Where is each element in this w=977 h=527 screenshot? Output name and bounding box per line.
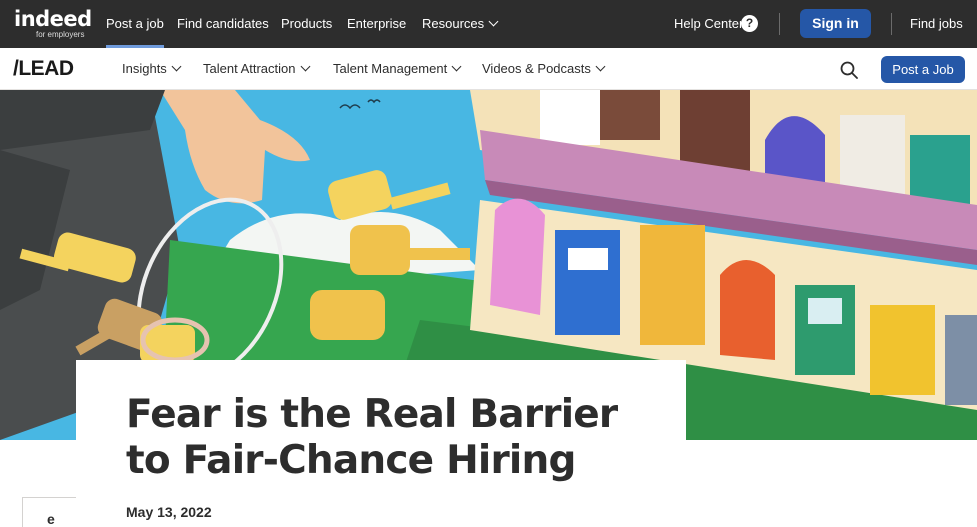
subnav-videos-podcasts[interactable]: Videos & Podcasts [482,48,606,90]
divider [891,13,892,35]
nav-post-a-job[interactable]: Post a job [106,0,164,48]
subnav-label: Talent Management [333,61,448,76]
subnav-label: Insights [122,61,167,76]
find-jobs-link[interactable]: Find jobs [910,0,963,48]
subnav-label: Talent Attraction [203,61,296,76]
help-center-link[interactable]: Help Center [674,0,743,48]
logo-wordmark: indeed [14,7,92,31]
nav-products[interactable]: Products [281,0,332,48]
chevron-down-icon [300,61,310,72]
search-icon[interactable] [840,61,858,79]
chevron-down-icon [171,61,182,72]
subnav-talent-attraction[interactable]: Talent Attraction [203,48,310,90]
subnav-talent-management[interactable]: Talent Management [333,48,462,90]
lead-brand-logo[interactable]: /LEAD [13,56,74,82]
top-navigation-bar: indeed for employers Post a job Find can… [0,0,977,48]
chevron-down-icon [451,61,462,72]
logo-subtitle: for employers [36,30,85,39]
nav-enterprise[interactable]: Enterprise [347,0,406,48]
chevron-down-icon [488,16,499,27]
sign-in-button[interactable]: Sign in [800,9,871,38]
divider [779,13,780,35]
article-header-card: Fear is the Real Barrier to Fair-Chance … [76,360,686,527]
find-jobs-label: Find jobs [910,16,963,31]
nav-resources[interactable]: Resources [422,0,499,48]
nav-label: Enterprise [347,16,407,31]
indeed-logo[interactable]: indeed for employers [14,7,92,41]
side-share-tab[interactable]: e [22,497,76,527]
post-a-job-button[interactable]: Post a Job [881,56,965,83]
subnav-label: Videos & Podcasts [482,61,591,76]
nav-label: Find candidates [177,16,269,31]
article-date: May 13, 2022 [126,504,212,520]
nav-label: Products [281,16,333,31]
side-tab-letter: e [47,511,55,527]
question-circle-icon[interactable]: ? [741,15,758,32]
subnav-insights[interactable]: Insights [122,48,182,90]
nav-label: Post a job [106,16,164,31]
chevron-down-icon [595,61,606,72]
nav-label: Resources [422,16,485,31]
article-title: Fear is the Real Barrier to Fair-Chance … [126,392,618,483]
lead-navigation-bar: /LEAD Insights Talent Attraction Talent … [0,48,977,90]
nav-find-candidates[interactable]: Find candidates [177,0,269,48]
help-center-label: Help Center [674,16,744,31]
